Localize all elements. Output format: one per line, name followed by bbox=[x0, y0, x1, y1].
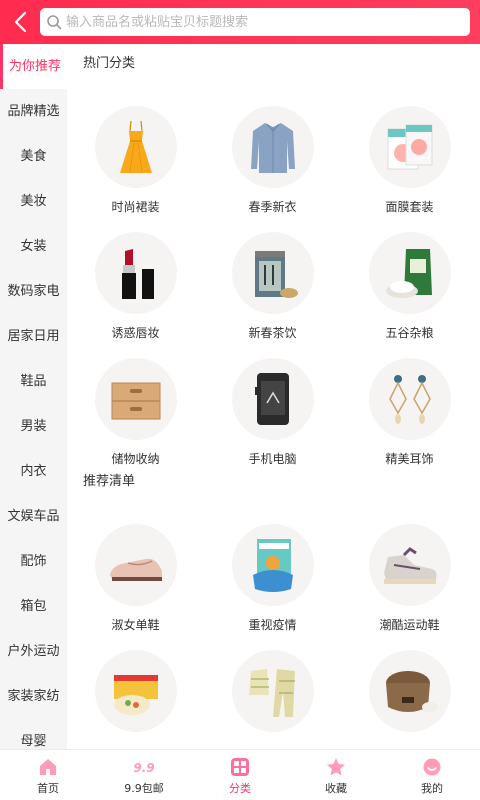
price-99-icon: 9.9 bbox=[133, 761, 154, 775]
section-title-hot: 热门分类 bbox=[83, 56, 136, 71]
earrings-icon bbox=[388, 375, 431, 424]
sidebar-item-underwear[interactable]: 内衣 bbox=[0, 449, 67, 494]
category-item[interactable]: 春季新衣 bbox=[204, 86, 341, 214]
recommend-item[interactable]: 潮酷运动鞋 bbox=[341, 504, 478, 632]
sidebar-item-recommend[interactable]: 为你推荐 bbox=[0, 44, 67, 89]
category-item[interactable]: 五谷杂粮 bbox=[341, 212, 478, 340]
recommend-item[interactable]: 重视疫情 bbox=[204, 504, 341, 632]
tab-category[interactable]: 分类 bbox=[192, 750, 288, 800]
tab-label: 分类 bbox=[229, 782, 251, 795]
rice-bag-icon bbox=[385, 249, 432, 298]
tab-profile[interactable]: 我的 bbox=[384, 750, 480, 800]
sneaker-icon bbox=[383, 547, 436, 584]
drawer-box-icon bbox=[111, 382, 160, 420]
facemask-box-icon bbox=[387, 124, 432, 170]
recommend-item[interactable]: 淑女单鞋 bbox=[67, 504, 204, 632]
tab-99-free-shipping[interactable]: 9.9 9.9包邮 bbox=[96, 750, 192, 800]
sidebar-item-bags[interactable]: 箱包 bbox=[0, 584, 67, 629]
hot-category-grid: 时尚裙装 春季新衣 面膜套装 诱惑唇妆 新春茶饮 五谷杂粮 储物收纳 手机电脑 … bbox=[67, 86, 480, 466]
sidebar-item-beauty[interactable]: 美妆 bbox=[0, 179, 67, 224]
sidebar-item-baby[interactable]: 母婴 bbox=[0, 719, 67, 749]
sidebar-item-digital[interactable]: 数码家电 bbox=[0, 269, 67, 314]
sidebar-item-women[interactable]: 女装 bbox=[0, 224, 67, 269]
sidebar-item-food[interactable]: 美食 bbox=[0, 134, 67, 179]
mask-box-icon bbox=[252, 539, 293, 592]
snack-box-icon bbox=[113, 675, 158, 715]
category-item[interactable]: 精美耳饰 bbox=[341, 338, 478, 466]
category-sidebar: 为你推荐 品牌精选 美食 美妆 女装 数码家电 居家日用 鞋品 男装 内衣 文娱… bbox=[0, 44, 67, 749]
sidebar-item-shoes[interactable]: 鞋品 bbox=[0, 359, 67, 404]
sidebar-item-outdoor[interactable]: 户外运动 bbox=[0, 629, 67, 674]
category-label: 手机电脑 bbox=[248, 452, 297, 466]
home-icon bbox=[40, 759, 56, 775]
recommend-item[interactable] bbox=[204, 630, 341, 749]
category-content: 热门分类 时尚裙装 春季新衣 面膜套装 诱惑唇妆 新春茶饮 五谷杂粮 储物收纳 … bbox=[67, 44, 480, 749]
sidebar-item-home[interactable]: 居家日用 bbox=[0, 314, 67, 359]
dress-icon bbox=[119, 120, 152, 173]
loafer-icon bbox=[109, 558, 162, 581]
phone-icon bbox=[254, 373, 289, 425]
search-icon bbox=[47, 15, 62, 30]
sidebar-item-brands[interactable]: 品牌精选 bbox=[0, 89, 67, 134]
sidebar-item-furnishing[interactable]: 家装家纺 bbox=[0, 674, 67, 719]
lipstick-icon bbox=[121, 249, 154, 299]
section-title-recommend: 推荐清单 bbox=[83, 474, 136, 489]
sidebar-item-accessories[interactable]: 配饰 bbox=[0, 539, 67, 584]
category-item[interactable]: 诱惑唇妆 bbox=[67, 212, 204, 340]
search-input[interactable] bbox=[66, 8, 464, 36]
chevron-left-icon[interactable] bbox=[10, 10, 34, 34]
recommend-list-grid: 淑女单鞋 重视疫情 潮酷运动鞋 bbox=[67, 504, 480, 749]
tab-favorites[interactable]: 收藏 bbox=[288, 750, 384, 800]
svg-text:9.9: 9.9 bbox=[133, 761, 154, 775]
category-item[interactable]: 时尚裙装 bbox=[67, 86, 204, 214]
user-icon bbox=[423, 758, 441, 776]
sidebar-item-entertainment[interactable]: 文娱车品 bbox=[0, 494, 67, 539]
top-header bbox=[0, 0, 480, 44]
sidebar-item-men[interactable]: 男装 bbox=[0, 404, 67, 449]
recommend-item[interactable] bbox=[67, 630, 204, 749]
search-bar[interactable] bbox=[40, 8, 470, 36]
category-label: 精美耳饰 bbox=[385, 452, 434, 466]
category-item[interactable]: 储物收纳 bbox=[67, 338, 204, 466]
category-icon bbox=[231, 758, 249, 776]
category-item[interactable]: 面膜套装 bbox=[341, 86, 478, 214]
pajamas-icon bbox=[248, 669, 295, 717]
recommend-item[interactable] bbox=[341, 630, 478, 749]
tab-label: 我的 bbox=[421, 782, 443, 795]
tea-can-icon bbox=[254, 251, 298, 298]
shirt-icon bbox=[250, 123, 295, 173]
category-item[interactable]: 新春茶饮 bbox=[204, 212, 341, 340]
category-item[interactable]: 手机电脑 bbox=[204, 338, 341, 466]
bottom-tab-bar: 首页 9.9 9.9包邮 分类 收藏 我的 bbox=[0, 749, 480, 800]
rice-cooker-icon bbox=[385, 671, 438, 712]
tab-home[interactable]: 首页 bbox=[0, 750, 96, 800]
star-icon bbox=[327, 758, 345, 776]
tab-label: 收藏 bbox=[325, 782, 347, 795]
tab-label: 9.9包邮 bbox=[124, 782, 164, 795]
tab-label: 首页 bbox=[37, 782, 59, 795]
